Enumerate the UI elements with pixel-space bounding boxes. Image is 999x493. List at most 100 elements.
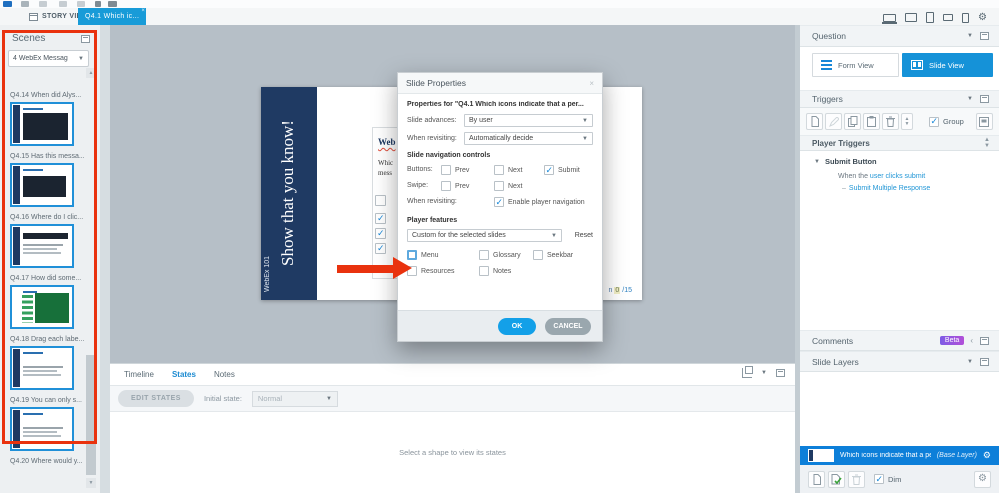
swipe-label: Swipe: [407, 182, 429, 189]
form-view-button[interactable]: Form View [812, 53, 899, 77]
reset-link[interactable]: Reset [575, 232, 593, 239]
monitor-preview-icon[interactable] [905, 13, 918, 22]
preview-settings-gear-icon[interactable]: ⚙ [978, 12, 987, 23]
next-button-checkbox[interactable] [494, 165, 504, 175]
collapse-all-icon[interactable]: ▲ ▼ [984, 137, 990, 149]
submit-button-checkbox[interactable] [544, 165, 554, 176]
chevron-down-icon: ▼ [551, 232, 557, 239]
chevron-left-icon[interactable]: ‹ [970, 336, 973, 345]
nav-controls-heading: Slide navigation controls [407, 152, 491, 159]
copy-trigger-button[interactable] [844, 113, 861, 130]
enable-nav-checkbox[interactable] [494, 197, 504, 208]
answer-checkbox[interactable] [375, 243, 386, 254]
trigger-wizard-button[interactable] [975, 113, 993, 130]
redo-icon[interactable] [39, 1, 47, 7]
comments-panel-header[interactable]: Comments Beta ‹ [800, 330, 999, 351]
link-icon[interactable] [95, 1, 101, 7]
tab-slide-q41[interactable]: Q4.1 Which ic... × [78, 8, 147, 25]
chevron-down-icon[interactable]: ▼ [967, 33, 973, 39]
trigger-action[interactable]: – Submit Multiple Response [800, 180, 999, 192]
layer-type-label: (Base Layer) [936, 452, 977, 459]
scroll-down-icon[interactable]: ▼ [86, 478, 96, 488]
question-panel-title: Question [812, 31, 847, 41]
preview-icon[interactable] [59, 1, 67, 7]
tab-states[interactable]: States [172, 370, 196, 379]
undo-icon[interactable] [21, 1, 29, 7]
trigger-action-link[interactable]: Submit Multiple Response [849, 185, 930, 192]
laptop-preview-icon[interactable] [882, 13, 898, 24]
player-features-dropdown[interactable]: Custom for the selected slides ▼ [407, 229, 562, 242]
trigger-condition-link[interactable]: user clicks submit [870, 173, 925, 180]
layer-thumbnail [808, 449, 834, 462]
delete-trigger-button[interactable] [882, 113, 899, 130]
duplicate-layer-button[interactable] [828, 470, 845, 488]
answer-checkbox[interactable] [375, 228, 386, 239]
list-item[interactable]: Q4.20 Where would y... [0, 455, 84, 493]
close-tab-icon[interactable]: × [141, 8, 145, 14]
trigger-condition[interactable]: When the user clicks submit [800, 166, 999, 180]
layers-settings-button[interactable]: ⚙ [974, 470, 991, 488]
phone-landscape-preview-icon[interactable] [943, 14, 954, 21]
grid-icon[interactable] [108, 1, 117, 7]
slide-score: n 0 /15 [609, 287, 632, 294]
edit-trigger-button[interactable] [825, 113, 842, 130]
revisit-label: When revisiting: [407, 198, 457, 205]
chevron-down-icon[interactable]: ▼ [967, 96, 973, 102]
dock-panel-icon[interactable] [980, 32, 989, 40]
new-trigger-button[interactable] [806, 113, 823, 130]
prev-label: Prev [455, 166, 470, 174]
prev-button-checkbox[interactable] [441, 165, 451, 175]
tab-notes[interactable]: Notes [214, 370, 235, 379]
left-splitter[interactable] [100, 25, 110, 493]
initial-state-value: Normal [257, 394, 283, 403]
answer-checkbox[interactable] [375, 213, 386, 224]
chevron-down-icon[interactable]: ▼ [967, 359, 973, 365]
tablet-portrait-preview-icon[interactable] [926, 12, 935, 23]
save-icon[interactable] [77, 1, 85, 7]
slide-view-button[interactable]: Slide View [902, 53, 993, 77]
slide-banner[interactable]: Show that you know! WebEx 101 [261, 87, 317, 300]
layer-properties-gear-icon[interactable]: ⚙ [983, 451, 991, 460]
notes-checkbox[interactable] [479, 266, 489, 276]
dim-checkbox[interactable] [874, 474, 884, 485]
slide-banner-title: Show that you know! [278, 120, 297, 267]
paste-trigger-button[interactable] [863, 113, 880, 130]
dock-panel-icon[interactable] [980, 336, 989, 345]
swipe-next-checkbox[interactable] [494, 181, 504, 191]
close-icon[interactable]: × [589, 79, 594, 88]
dialog-footer: OK CANCEL [398, 310, 602, 341]
dock-panel-icon[interactable] [980, 357, 989, 366]
initial-state-dropdown[interactable]: Normal ▼ [251, 390, 338, 407]
swipe-prev-checkbox[interactable] [441, 181, 451, 191]
dim-checkbox-label: Dim [888, 474, 902, 484]
trigger-condition-prefix: When the [838, 173, 870, 180]
timeline-zoom-icon[interactable] [742, 366, 754, 378]
dock-panel-icon[interactable] [776, 369, 785, 377]
dialog-header[interactable]: Slide Properties × [398, 73, 602, 94]
gear-icon: ⚙ [978, 473, 987, 484]
new-layer-button[interactable] [808, 470, 825, 488]
dialog-body: Properties for "Q4.1 Which icons indicat… [398, 94, 602, 278]
edit-states-button[interactable]: EDIT STATES [118, 390, 194, 407]
dialog-heading: Properties for "Q4.1 Which icons indicat… [407, 101, 584, 108]
glossary-checkbox[interactable] [479, 250, 489, 260]
cancel-button[interactable]: CANCEL [545, 317, 591, 335]
slide-advances-dropdown[interactable]: By user ▼ [464, 114, 593, 127]
trigger-group-row[interactable]: ▼ Submit Button [800, 151, 999, 166]
chevron-down-icon[interactable]: ▼ [814, 159, 820, 165]
layers-toolbar: Dim ⚙ [800, 465, 999, 493]
chevron-down-icon[interactable]: ▼ [761, 370, 767, 376]
base-layer-row[interactable]: Which icons indicate that a pers... (Bas… [800, 446, 999, 465]
answer-checkbox[interactable] [375, 195, 386, 206]
delete-layer-button[interactable] [848, 470, 865, 488]
ok-button[interactable]: OK [498, 317, 536, 335]
dock-panel-icon[interactable] [980, 95, 989, 103]
trigger-order-stepper[interactable]: ▲ ▼ [901, 113, 913, 130]
seekbar-checkbox[interactable] [533, 250, 543, 260]
when-revisiting-dropdown[interactable]: Automatically decide ▼ [464, 132, 593, 145]
phone-portrait-preview-icon[interactable] [962, 12, 970, 23]
comments-panel-title: Comments [812, 335, 854, 346]
timeline-panel: Timeline States Notes ▼ EDIT STATES Init… [110, 363, 795, 493]
tab-timeline[interactable]: Timeline [124, 370, 154, 379]
group-checkbox[interactable] [929, 116, 939, 127]
